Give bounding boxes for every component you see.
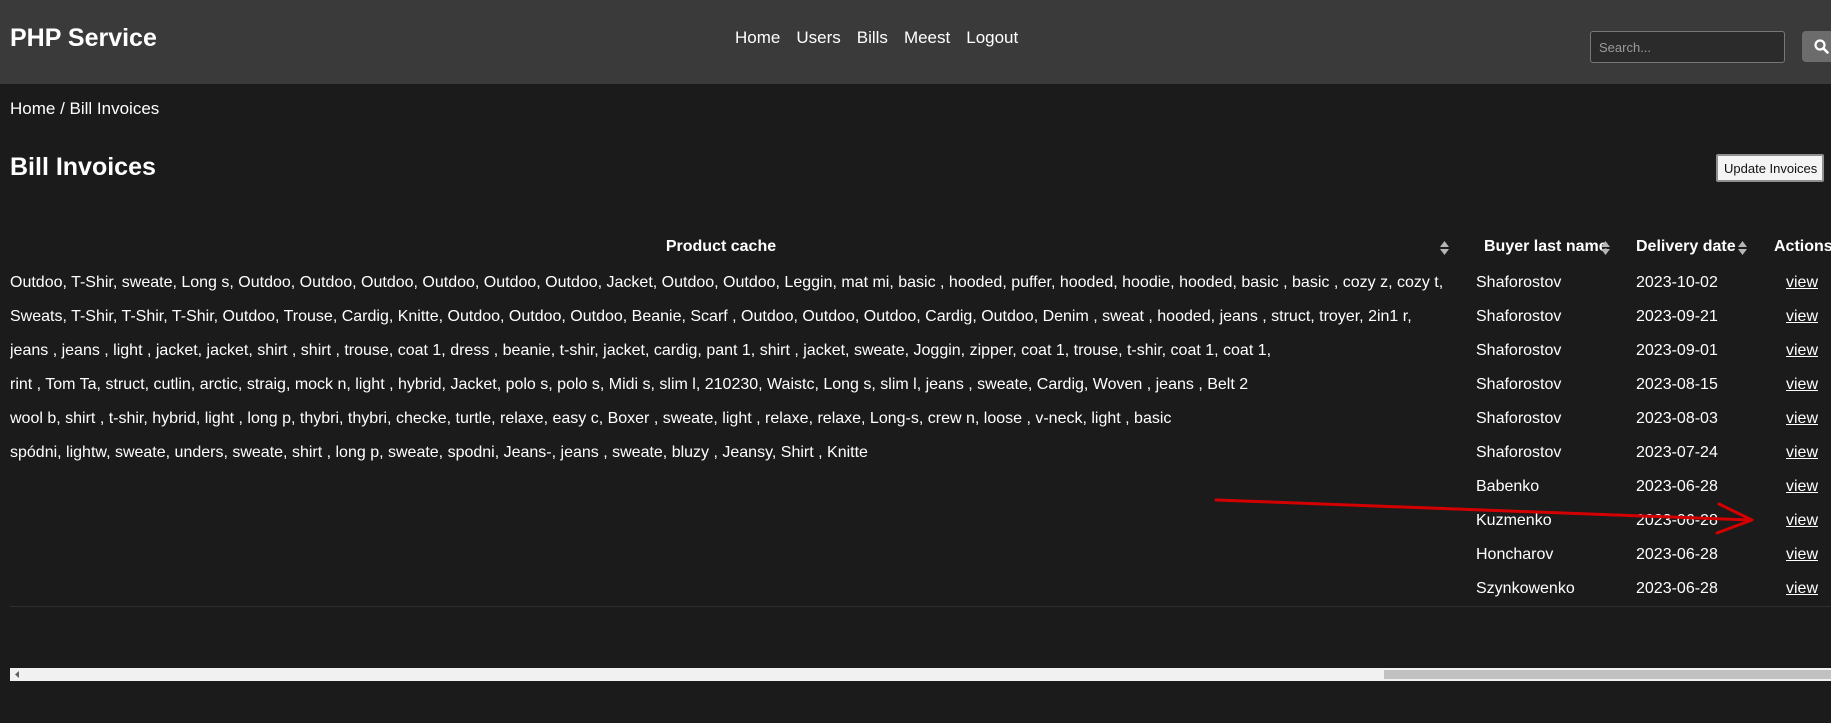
actions-cell: view: [1758, 334, 1831, 368]
table-row: jeans , jeans , light , jacket, jacket, …: [10, 334, 1831, 368]
sort-icon[interactable]: [1601, 241, 1610, 255]
search-input[interactable]: [1590, 31, 1785, 63]
table-row: spódni, lightw, sweate, unders, sweate, …: [10, 436, 1831, 470]
buyer-last-name-cell: Shaforostov: [1476, 376, 1562, 393]
buyer-last-name-cell: Shaforostov: [1476, 342, 1562, 359]
actions-cell: view: [1758, 538, 1831, 572]
view-link[interactable]: view: [1786, 546, 1818, 563]
top-navbar: PHP Service Home Users Bills Meest Logou…: [0, 0, 1831, 84]
actions-cell: view: [1758, 436, 1831, 470]
product-cache-cell: [10, 538, 1462, 572]
actions-cell: view: [1758, 368, 1831, 402]
view-link[interactable]: view: [1786, 478, 1818, 495]
nav-home-link[interactable]: Home: [735, 28, 780, 48]
product-cache-cell: [10, 572, 1462, 607]
buyer-last-name-cell: Shaforostov: [1476, 308, 1562, 325]
delivery-date-cell: 2023-10-02: [1636, 274, 1718, 291]
product-cache-cell: rint , Tom Ta, struct, cutlin, arctic, s…: [10, 376, 1249, 393]
buyer-last-name-cell: Shaforostov: [1476, 410, 1562, 427]
horizontal-scrollbar[interactable]: [10, 668, 1831, 681]
buyer-last-name-cell: Shaforostov: [1476, 444, 1562, 461]
view-link[interactable]: view: [1786, 308, 1818, 325]
product-cache-cell: [10, 470, 1462, 504]
view-link[interactable]: view: [1786, 274, 1818, 291]
update-invoices-button[interactable]: Update Invoices: [1716, 154, 1824, 182]
delivery-date-cell: 2023-06-28: [1622, 572, 1758, 607]
delivery-date-cell: 2023-07-24: [1636, 444, 1718, 461]
actions-cell: view: [1758, 504, 1831, 538]
table-row: Kuzmenko 2023-06-28 view: [10, 504, 1831, 538]
nav-bills-link[interactable]: Bills: [857, 28, 888, 48]
nav-logout-link[interactable]: Logout: [966, 28, 1018, 48]
product-cache-cell: Sweats, T-Shir, T-Shir, T-Shir, Outdoo, …: [10, 308, 1412, 325]
table-row: Szynkowenko 2023-06-28 view: [10, 572, 1831, 607]
actions-cell: view: [1758, 402, 1831, 436]
product-cache-cell: [10, 504, 1462, 538]
sort-icon[interactable]: [1440, 241, 1449, 255]
table-row: wool b, shirt , t-shir, hybrid, light , …: [10, 402, 1831, 436]
product-cache-cell: Outdoo, T-Shir, sweate, Long s, Outdoo, …: [10, 274, 1444, 291]
delivery-date-cell: 2023-08-15: [1636, 376, 1718, 393]
column-header-delivery-date[interactable]: Delivery date: [1622, 228, 1758, 266]
nav-meest-link[interactable]: Meest: [904, 28, 950, 48]
table-body: Outdoo, T-Shir, sweate, Long s, Outdoo, …: [10, 266, 1831, 607]
brand-title[interactable]: PHP Service: [10, 24, 157, 53]
search-button[interactable]: [1802, 31, 1831, 62]
column-header-buyer-last-name[interactable]: Buyer last name: [1462, 228, 1622, 266]
actions-cell: view: [1758, 266, 1831, 300]
product-cache-cell: jeans , jeans , light , jacket, jacket, …: [10, 342, 1272, 359]
invoices-table-container: Product cache Buyer last name Delivery d…: [10, 228, 1831, 610]
view-link[interactable]: view: [1786, 512, 1818, 529]
scrollbar-thumb[interactable]: [1384, 670, 1831, 679]
sort-icon[interactable]: [1738, 241, 1747, 255]
page-title: Bill Invoices: [10, 153, 156, 181]
invoices-table: Product cache Buyer last name Delivery d…: [10, 228, 1831, 607]
actions-cell: view: [1758, 300, 1831, 334]
table-row: Babenko 2023-06-28 view: [10, 470, 1831, 504]
buyer-last-name-cell: Kuzmenko: [1476, 512, 1552, 529]
table-row: Sweats, T-Shir, T-Shir, T-Shir, Outdoo, …: [10, 300, 1831, 334]
main-nav: Home Users Bills Meest Logout: [735, 28, 1018, 48]
column-header-product-cache[interactable]: Product cache: [10, 228, 1462, 266]
buyer-last-name-cell: Shaforostov: [1476, 274, 1562, 291]
view-link[interactable]: view: [1786, 342, 1818, 359]
nav-users-link[interactable]: Users: [796, 28, 840, 48]
actions-cell: view: [1758, 470, 1831, 504]
delivery-date-cell: 2023-08-03: [1636, 410, 1718, 427]
scroll-left-arrow-icon[interactable]: [12, 670, 22, 679]
view-link[interactable]: view: [1786, 444, 1818, 461]
view-link[interactable]: view: [1786, 580, 1818, 597]
breadcrumb: Home / Bill Invoices: [10, 99, 160, 118]
column-header-actions: Actions: [1774, 238, 1831, 255]
view-link[interactable]: view: [1786, 376, 1818, 393]
table-header-row: Product cache Buyer last name Delivery d…: [10, 228, 1831, 266]
product-cache-cell: spódni, lightw, sweate, unders, sweate, …: [10, 444, 868, 461]
search-icon: [1814, 39, 1829, 54]
product-cache-cell: wool b, shirt , t-shir, hybrid, light , …: [10, 410, 1172, 427]
table-row: Honcharov 2023-06-28 view: [10, 538, 1831, 572]
table-row: rint , Tom Ta, struct, cutlin, arctic, s…: [10, 368, 1831, 402]
buyer-last-name-cell: Honcharov: [1476, 546, 1554, 563]
delivery-date-cell: 2023-06-28: [1636, 478, 1718, 495]
delivery-date-cell: 2023-09-21: [1636, 308, 1718, 325]
buyer-last-name-cell: Babenko: [1476, 478, 1540, 495]
delivery-date-cell: 2023-06-28: [1636, 546, 1718, 563]
buyer-last-name-cell: Szynkowenko: [1462, 572, 1622, 607]
actions-cell: view: [1758, 572, 1831, 607]
view-link[interactable]: view: [1786, 410, 1818, 427]
delivery-date-cell: 2023-09-01: [1636, 342, 1718, 359]
delivery-date-cell: 2023-06-28: [1636, 512, 1718, 529]
table-row: Outdoo, T-Shir, sweate, Long s, Outdoo, …: [10, 266, 1831, 300]
